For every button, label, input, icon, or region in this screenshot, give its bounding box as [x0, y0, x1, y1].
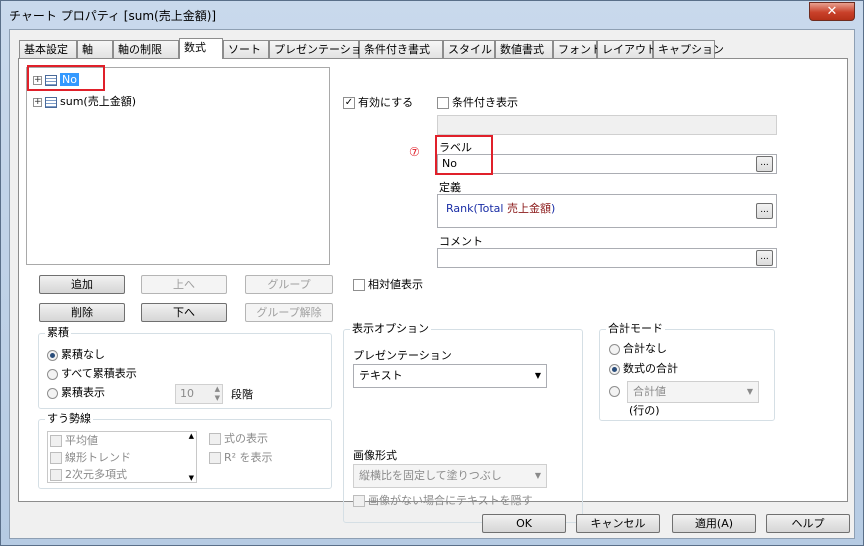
table-icon: [45, 96, 57, 108]
trendline-list[interactable]: 平均値 線形トレンド 2次元多項式 ▲ ▼: [47, 431, 197, 483]
tab-number-format[interactable]: 数値書式: [495, 40, 553, 58]
definition-label: 定義: [439, 181, 461, 194]
radio-icon[interactable]: [609, 363, 620, 375]
annotation-number: ⑦: [409, 145, 420, 159]
steps-label: 段階: [231, 388, 253, 401]
definition-value: Rank(Total 売上金額): [446, 202, 556, 215]
chart-properties-window: チャート プロパティ [sum(売上金額)] ✕ 基本設定 軸 軸の制限 数式 …: [0, 0, 864, 546]
trendline-label: すう勢線: [45, 412, 93, 425]
radio-full-accumulation[interactable]: すべて累積表示: [47, 366, 137, 382]
radio-accumulate[interactable]: 累積表示: [47, 385, 105, 401]
comment-ellipsis-button[interactable]: ...: [756, 250, 773, 266]
tab-layout[interactable]: レイアウト: [597, 40, 657, 58]
comment-label: コメント: [439, 235, 483, 248]
accumulation-label: 累積: [45, 326, 71, 339]
radio-total-of-rows[interactable]: [609, 383, 620, 399]
tab-expressions[interactable]: 数式: [179, 38, 223, 59]
scroll-up-icon[interactable]: ▲: [189, 432, 194, 440]
add-button[interactable]: 追加: [39, 275, 125, 294]
scroll-down-icon[interactable]: ▼: [189, 474, 194, 482]
tree-item-label: sum(売上金額): [60, 95, 137, 108]
rows-label: (行の): [629, 404, 660, 417]
radio-no-total[interactable]: 合計なし: [609, 341, 667, 357]
help-button[interactable]: ヘルプ: [766, 514, 850, 533]
definition-input[interactable]: Rank(Total 売上金額) ...: [437, 194, 777, 228]
apply-button[interactable]: 適用(A): [672, 514, 756, 533]
tab-axis[interactable]: 軸: [77, 40, 113, 58]
trendline-item-polynomial[interactable]: 2次元多項式: [50, 467, 127, 481]
checkmark-icon[interactable]: ✓: [343, 97, 355, 109]
tree-item-sum[interactable]: + sum(売上金額): [33, 94, 136, 110]
tab-sort[interactable]: ソート: [223, 40, 269, 58]
presentation-label: プレゼンテーション: [353, 349, 452, 362]
chevron-down-icon: ▼: [534, 471, 541, 480]
total-value-dropdown[interactable]: 合計値 ▼: [627, 381, 759, 403]
relative-checkbox[interactable]: 相対値表示: [353, 277, 423, 293]
window-title: チャート プロパティ [sum(売上金額)]: [9, 9, 217, 23]
radio-icon[interactable]: [47, 387, 58, 399]
chevron-down-icon: ▼: [534, 371, 541, 380]
conditional-checkbox[interactable]: 条件付き表示: [437, 95, 518, 111]
dialog-client-area: 基本設定 軸 軸の制限 数式 ソート プレゼンテーション 条件付き書式 スタイル…: [9, 29, 855, 539]
move-up-button[interactable]: 上へ: [141, 275, 227, 294]
group-button[interactable]: グループ: [245, 275, 333, 294]
radio-icon[interactable]: [609, 385, 620, 397]
enabled-checkbox[interactable]: ✓ 有効にする: [343, 95, 413, 111]
steps-spinner[interactable]: 10 ▲ ▼: [175, 384, 223, 404]
move-down-button[interactable]: 下へ: [141, 303, 227, 322]
show-equation-checkbox[interactable]: 式の表示: [209, 431, 268, 447]
tab-presentation[interactable]: プレゼンテーション: [269, 40, 373, 58]
ok-button[interactable]: OK: [482, 514, 566, 533]
tab-axis-limits[interactable]: 軸の制限: [113, 40, 179, 58]
presentation-dropdown[interactable]: テキスト ▼: [353, 364, 547, 388]
display-options-label: 表示オプション: [350, 322, 431, 335]
tab-caption[interactable]: キャプション: [653, 40, 724, 58]
highlight-box-tree: [27, 65, 105, 91]
hide-text-checkbox[interactable]: 画像がない場合にテキストを隠す: [353, 493, 533, 509]
comment-input[interactable]: ...: [437, 248, 777, 268]
show-r2-checkbox[interactable]: R² を表示: [209, 450, 273, 466]
tab-style[interactable]: スタイル: [443, 40, 495, 58]
cancel-button[interactable]: キャンセル: [576, 514, 660, 533]
delete-button[interactable]: 削除: [39, 303, 125, 322]
expression-tree[interactable]: + No + sum(売上金額): [26, 67, 330, 265]
expand-plus-icon[interactable]: +: [33, 97, 42, 107]
ungroup-button[interactable]: グループ解除: [245, 303, 333, 322]
expressions-panel: + No + sum(売上金額) 追加 上へ グループ 削除 下へ グループ解除 累…: [18, 58, 848, 523]
definition-ellipsis-button[interactable]: ...: [756, 203, 773, 219]
label-ellipsis-button[interactable]: ...: [756, 156, 773, 172]
radio-icon[interactable]: [47, 349, 58, 361]
image-format-label: 画像形式: [353, 449, 397, 462]
tab-conditional-format[interactable]: 条件付き書式: [359, 40, 443, 58]
total-mode-label: 合計モード: [606, 322, 665, 335]
trendline-item-linear[interactable]: 線形トレンド: [50, 450, 131, 466]
chevron-down-icon: ▼: [746, 387, 753, 396]
tab-font[interactable]: フォント: [553, 40, 602, 58]
title-bar: チャート プロパティ [sum(売上金額)] ✕: [1, 1, 863, 29]
steps-value: 10: [180, 387, 194, 400]
tab-basic-settings[interactable]: 基本設定: [19, 40, 77, 58]
trendline-item-average[interactable]: 平均値: [50, 433, 98, 449]
radio-expression-total[interactable]: 数式の合計: [609, 361, 678, 377]
highlight-box-label: [435, 135, 493, 175]
radio-icon[interactable]: [47, 368, 58, 380]
close-button[interactable]: ✕: [809, 2, 855, 21]
spin-arrows-icon[interactable]: ▲ ▼: [215, 385, 220, 403]
image-format-dropdown[interactable]: 縦横比を固定して塗りつぶし ▼: [353, 464, 547, 488]
conditional-input[interactable]: [437, 115, 777, 135]
radio-icon[interactable]: [609, 343, 620, 355]
radio-no-accumulation[interactable]: 累積なし: [47, 347, 105, 363]
